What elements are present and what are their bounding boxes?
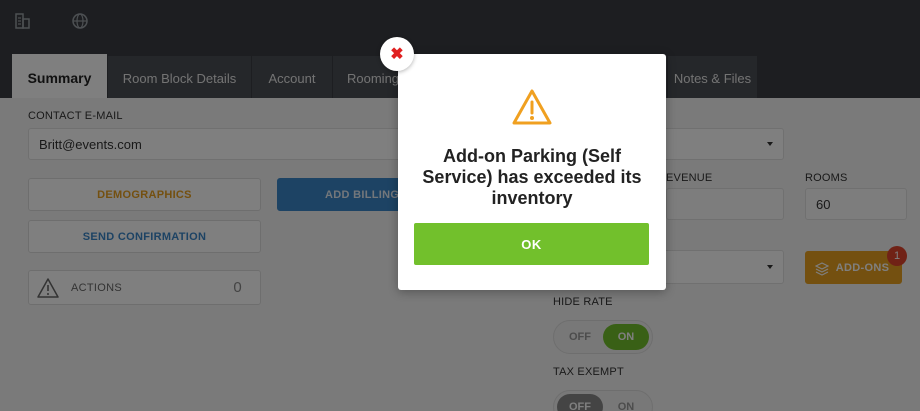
inventory-alert-dialog: Add-on Parking (Self Service) has exceed…	[398, 54, 666, 290]
ok-button[interactable]: OK	[414, 223, 649, 265]
close-button[interactable]: ✖	[380, 37, 414, 71]
warning-triangle-icon	[512, 89, 552, 125]
alert-message: Add-on Parking (Self Service) has exceed…	[422, 146, 642, 208]
close-icon: ✖	[390, 46, 404, 63]
